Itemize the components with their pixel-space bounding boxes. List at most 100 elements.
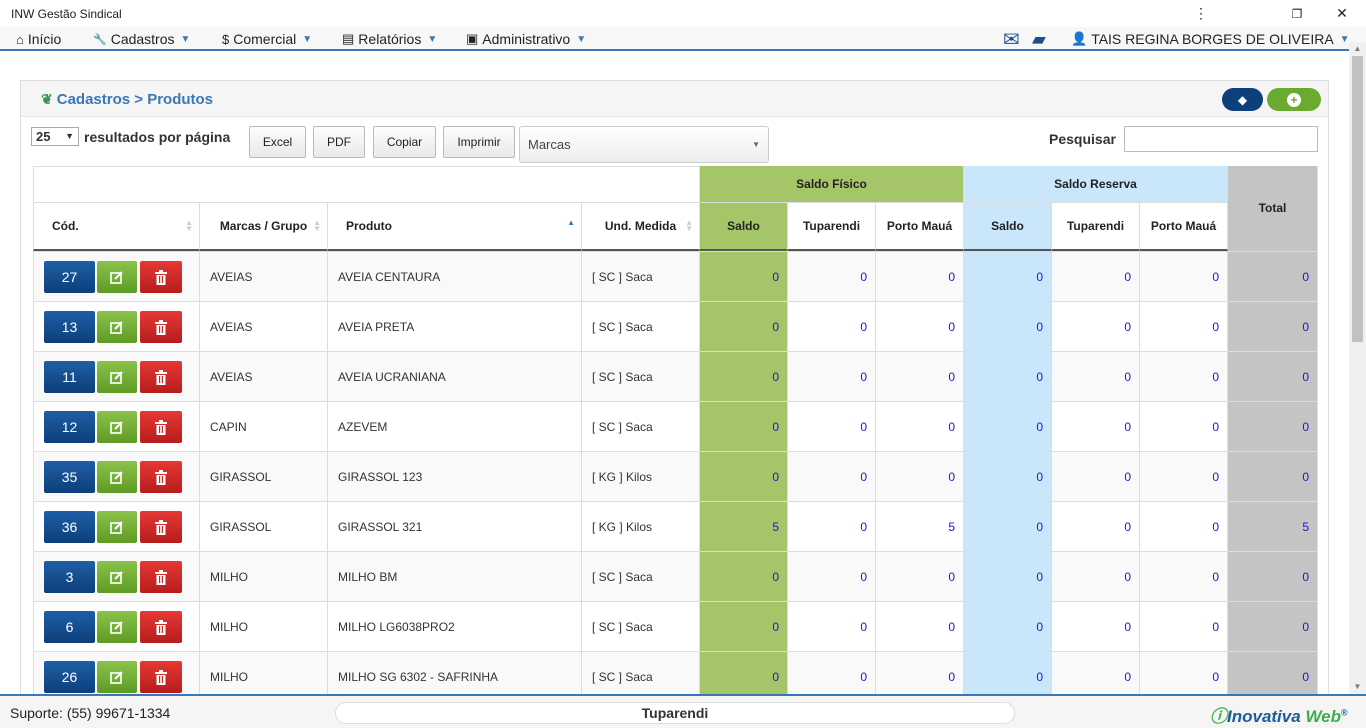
nav-cadastros[interactable]: 🔧 Cadastros ▼ <box>93 27 190 51</box>
nav-relatorios[interactable]: ▤ Relatórios ▼ <box>342 27 437 51</box>
delete-button[interactable] <box>140 461 182 493</box>
code-button[interactable]: 13 <box>44 311 95 343</box>
scroll-down-icon[interactable]: ▼ <box>1349 680 1366 694</box>
cell-res-saldo: 0 <box>964 302 1052 352</box>
cell-und: [ SC ] Saca <box>582 652 700 699</box>
tags-button[interactable]: ◆ <box>1222 88 1263 111</box>
cell-fis-porto: 0 <box>876 252 964 302</box>
col-res-porto[interactable]: Porto Mauá <box>1140 202 1228 251</box>
col-res-saldo[interactable]: Saldo <box>964 202 1052 251</box>
user-icon: 👤 <box>1071 31 1088 46</box>
col-res-tuparendi[interactable]: Tuparendi <box>1052 202 1140 251</box>
cell-res-porto: 0 <box>1140 252 1228 302</box>
edit-button[interactable] <box>97 461 137 493</box>
page-size-select[interactable]: 25 ▼ <box>31 127 79 146</box>
delete-button[interactable] <box>140 561 182 593</box>
cell-res-porto: 0 <box>1140 452 1228 502</box>
actions-cell: 13 <box>33 302 200 352</box>
cell-total: 0 <box>1228 652 1318 699</box>
delete-button[interactable] <box>140 611 182 643</box>
col-produto[interactable]: Produto ▲ <box>328 202 582 251</box>
cell-fis-porto: 5 <box>876 502 964 552</box>
close-icon[interactable]: ✕ <box>1319 0 1365 27</box>
chevron-down-icon: ▼ <box>302 33 313 45</box>
cell-fis-tup: 0 <box>788 552 876 602</box>
col-fis-saldo[interactable]: Saldo <box>700 202 788 251</box>
actions-cell: 6 <box>33 602 200 652</box>
delete-button[interactable] <box>140 511 182 543</box>
brand-name-a: Inovativa <box>1227 707 1301 726</box>
code-button[interactable]: 3 <box>44 561 95 593</box>
edit-button[interactable] <box>97 361 137 393</box>
col-und[interactable]: Und. Medida ▲ ▼ <box>582 202 700 251</box>
cell-res-saldo: 0 <box>964 452 1052 502</box>
code-button[interactable]: 27 <box>44 261 95 293</box>
actions-cell: 12 <box>33 402 200 452</box>
window-title: INW Gestão Sindical <box>11 6 122 21</box>
brand-name-b: Web <box>1305 707 1342 726</box>
wrench-icon: 🔧 <box>93 33 107 46</box>
nav-comercial[interactable]: $ Comercial ▼ <box>222 27 312 51</box>
code-button[interactable]: 26 <box>44 661 95 693</box>
brand-select[interactable]: Marcas ▼ <box>519 126 769 163</box>
top-nav: ⌂ Início 🔧 Cadastros ▼ $ Comercial ▼ ▤ R… <box>0 27 1366 51</box>
chat-icon[interactable]: ▰ <box>1032 27 1046 51</box>
code-button[interactable]: 6 <box>44 611 95 643</box>
header-total[interactable]: Total <box>1228 166 1318 251</box>
col-cod[interactable]: Cód. ▲ ▼ <box>33 202 200 251</box>
edit-button[interactable] <box>97 411 137 443</box>
delete-button[interactable] <box>140 311 182 343</box>
nav-inicio[interactable]: ⌂ Início <box>16 27 61 51</box>
edit-button[interactable] <box>97 561 137 593</box>
add-product-button[interactable]: + <box>1267 88 1321 111</box>
user-menu[interactable]: 👤 TAIS REGINA BORGES DE OLIVEIRA ▼ <box>1071 27 1350 51</box>
col-marca[interactable]: Marcas / Grupo ▲ ▼ <box>200 202 328 251</box>
nav-label: Início <box>27 31 62 47</box>
actions-cell: 27 <box>33 252 200 302</box>
nav-label: Relatórios <box>358 31 422 47</box>
delete-button[interactable] <box>140 411 182 443</box>
location-label: Tuparendi <box>335 702 1015 724</box>
menu-dots-icon[interactable]: ⋮ <box>1178 0 1224 27</box>
edit-button[interactable] <box>97 311 137 343</box>
vertical-scrollbar[interactable]: ▲ ▼ <box>1349 42 1366 694</box>
cell-res-porto: 0 <box>1140 552 1228 602</box>
excel-button[interactable]: Excel <box>249 126 306 158</box>
registered-mark: ® <box>1341 707 1348 718</box>
actions-cell: 35 <box>33 452 200 502</box>
code-button[interactable]: 11 <box>44 361 95 393</box>
breadcrumb[interactable]: ❦ Cadastros > Produtos <box>41 91 213 108</box>
delete-button[interactable] <box>140 361 182 393</box>
cell-marca: CAPIN <box>200 402 328 452</box>
cell-und: [ KG ] Kilos <box>582 502 700 552</box>
edit-button[interactable] <box>97 661 137 693</box>
cell-fis-tup: 0 <box>788 252 876 302</box>
trash-icon <box>155 669 167 685</box>
pdf-button[interactable]: PDF <box>313 126 365 158</box>
scroll-up-icon[interactable]: ▲ <box>1349 42 1366 56</box>
cell-fis-saldo: 0 <box>700 452 788 502</box>
edit-button[interactable] <box>97 611 137 643</box>
col-label: Produto <box>346 218 392 233</box>
scrollbar-thumb[interactable] <box>1352 56 1363 342</box>
nav-administrativo[interactable]: ▣ Administrativo ▼ <box>466 27 586 51</box>
col-fis-porto[interactable]: Porto Mauá <box>876 202 964 251</box>
code-button[interactable]: 12 <box>44 411 95 443</box>
col-fis-tuparendi[interactable]: Tuparendi <box>788 202 876 251</box>
support-text: Suporte: (55) 99671-1334 <box>10 705 171 721</box>
search-input[interactable] <box>1124 126 1318 152</box>
delete-button[interactable] <box>140 661 182 693</box>
delete-button[interactable] <box>140 261 182 293</box>
cell-produto: GIRASSOL 321 <box>328 502 582 552</box>
edit-button[interactable] <box>97 511 137 543</box>
table-row: 12 CAPIN AZEVEM[ SC ] Saca 0 0 0 0 0 0 0 <box>33 401 1318 452</box>
print-button[interactable]: Imprimir <box>443 126 515 158</box>
code-button[interactable]: 36 <box>44 511 95 543</box>
nav-label: Administrativo <box>482 31 571 47</box>
copy-button[interactable]: Copiar <box>373 126 436 158</box>
restore-icon[interactable]: ❐ <box>1274 0 1320 27</box>
cell-fis-porto: 0 <box>876 602 964 652</box>
code-button[interactable]: 35 <box>44 461 95 493</box>
edit-button[interactable] <box>97 261 137 293</box>
mail-icon[interactable]: ✉ <box>1003 27 1020 51</box>
